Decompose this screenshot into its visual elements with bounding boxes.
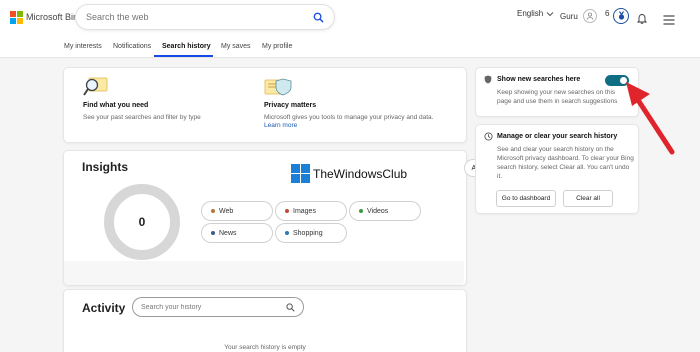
rewards-count[interactable]: 6 (605, 9, 609, 18)
show-new-searches-title: Show new searches here (497, 76, 581, 83)
category-label: Shopping (293, 229, 323, 237)
search-icon[interactable] (313, 12, 324, 23)
learn-more-link[interactable]: Learn more (264, 122, 297, 129)
find-card-text: See your past searches and filter by typ… (83, 114, 201, 121)
user-account[interactable]: Guru (560, 9, 597, 23)
microsoft-logo-icon (10, 11, 23, 24)
category-pill-news[interactable]: News (202, 224, 272, 242)
activity-card: Activity Your search history is empty (64, 290, 466, 352)
insights-title: Insights (82, 160, 129, 174)
language-selector[interactable]: English (517, 9, 554, 18)
insights-donut-chart: 0 (104, 184, 180, 260)
profile-tabs: My interests Notifications Search histor… (0, 36, 700, 58)
insights-footer (64, 261, 464, 285)
history-clock-icon (484, 132, 493, 141)
tab-my-saves[interactable]: My saves (221, 43, 251, 50)
web-dot-icon (211, 209, 215, 213)
activity-title: Activity (82, 301, 126, 315)
watermark: TheWindowsClub (291, 164, 407, 184)
history-search-input[interactable] (141, 303, 286, 311)
person-icon (586, 12, 594, 20)
rewards-medal-icon[interactable] (613, 8, 629, 24)
images-dot-icon (285, 209, 289, 213)
chevron-down-icon (546, 11, 554, 16)
logo-text: Microsoft Bing (26, 12, 84, 22)
language-label: English (517, 9, 544, 18)
tab-search-history[interactable]: Search history (162, 43, 211, 50)
category-label: Images (293, 207, 316, 215)
search-icon[interactable] (286, 302, 295, 312)
category-label: Web (219, 207, 234, 215)
user-name: Guru (560, 11, 578, 21)
manage-history-text: See and clear your search history on the… (497, 146, 634, 180)
category-pill-web[interactable]: Web (202, 202, 272, 220)
go-to-dashboard-button[interactable]: Go to dashboard (497, 191, 555, 206)
watermark-text: TheWindowsClub (313, 167, 408, 181)
category-label: Videos (367, 207, 389, 215)
manage-history-card: Manage or clear your search history See … (476, 125, 638, 213)
search-input[interactable] (86, 12, 313, 22)
bing-logo[interactable]: Microsoft Bing (10, 11, 84, 24)
magnifier-illustration-icon (83, 77, 108, 96)
shopping-dot-icon (285, 231, 289, 235)
clear-all-button[interactable]: Clear all (564, 191, 612, 206)
privacy-card-text: Microsoft gives you tools to manage your… (264, 114, 434, 121)
category-pill-shopping[interactable]: Shopping (276, 224, 346, 242)
privacy-shield-illustration-icon (264, 78, 292, 96)
insights-total: 0 (138, 215, 146, 229)
top-bar: Microsoft Bing English Guru 6 (0, 0, 700, 36)
history-search-box[interactable] (133, 298, 303, 316)
hamburger-menu-icon[interactable] (663, 12, 675, 30)
manage-history-title: Manage or clear your search history (497, 133, 618, 140)
bell-icon[interactable] (636, 11, 648, 29)
show-new-searches-text: Keep showing your new searches on this p… (497, 89, 618, 105)
privacy-card-title: Privacy matters (264, 102, 317, 109)
avatar (582, 9, 597, 23)
annotation-arrow-icon (626, 82, 675, 155)
category-label: News (219, 229, 237, 237)
category-pill-images[interactable]: Images (276, 202, 346, 220)
windows-logo-icon (291, 164, 311, 184)
news-dot-icon (211, 231, 215, 235)
tab-notifications[interactable]: Notifications (113, 43, 151, 50)
active-tab-indicator (154, 55, 213, 57)
videos-dot-icon (359, 209, 363, 213)
category-pill-videos[interactable]: Videos (350, 202, 420, 220)
find-card-title: Find what you need (83, 102, 149, 109)
search-box[interactable] (76, 5, 334, 29)
info-card: Find what you need See your past searche… (64, 68, 466, 142)
tab-my-profile[interactable]: My profile (262, 43, 292, 50)
empty-history-text: Your search history is empty (224, 344, 306, 351)
shield-icon (484, 75, 492, 84)
tab-my-interests[interactable]: My interests (64, 43, 102, 50)
